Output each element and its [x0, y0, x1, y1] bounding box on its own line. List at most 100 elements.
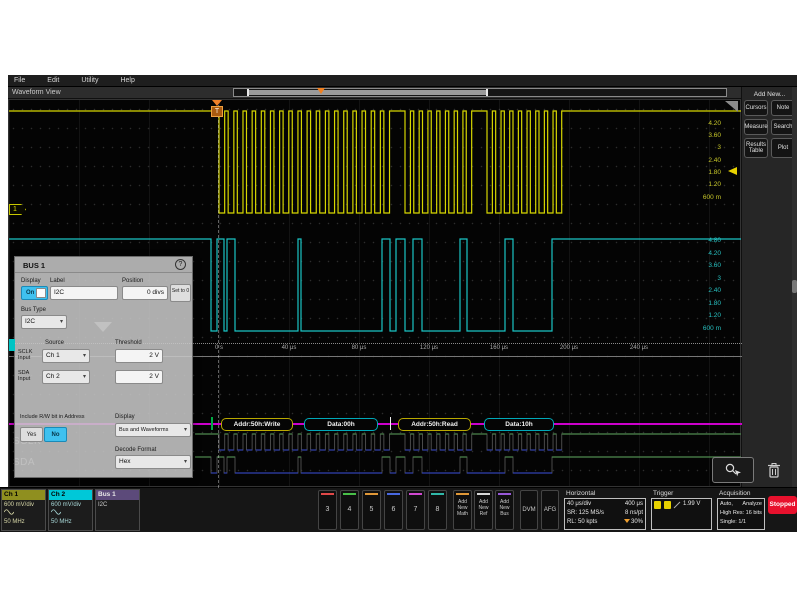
ch2-scale: 600 mV/div [51, 501, 90, 509]
ch1-scale-value: 600 m [681, 194, 721, 201]
horizontal-pan-handle[interactable] [247, 90, 488, 95]
waveform-view-titlebar: Waveform View [8, 87, 741, 99]
ch8-button[interactable]: 8 [428, 490, 447, 530]
ch2-scale-value: 600 m [681, 325, 721, 332]
measure-button[interactable]: Measure [744, 119, 768, 135]
cursors-button[interactable]: Cursors [744, 100, 768, 116]
menu-help[interactable]: Help [120, 77, 134, 84]
ch3-color-stripe [321, 493, 334, 495]
sidebar-scrollbar-track[interactable] [792, 87, 797, 487]
ch7-button[interactable]: 7 [406, 490, 425, 530]
acq-mode: Auto, [720, 500, 733, 509]
waveform-plot[interactable]: T 1 4.20 3.60 3 2.40 1.80 1.20 600 m 4.8… [8, 99, 741, 487]
time-axis-tick: 40 μs [269, 345, 309, 351]
ch1-badge[interactable]: Ch 1 600 mV/div 50 MHz [1, 489, 46, 531]
menu-edit[interactable]: Edit [47, 77, 59, 84]
ch2-scale-value: 1.20 [681, 312, 721, 319]
plot-tools [712, 455, 796, 485]
pan-handle-left-bracket[interactable] [247, 89, 249, 96]
time-axis-tick: 80 μs [339, 345, 379, 351]
trigger-marker[interactable]: T [211, 100, 223, 117]
display-label: Display [21, 278, 41, 284]
sda-source-dropdown[interactable]: Ch 2 ▾ [42, 370, 90, 384]
bus-color-stripe [498, 493, 511, 495]
ref-color-stripe [477, 493, 490, 495]
dialog-header[interactable]: BUS 1 ? [15, 257, 192, 273]
bottom-status-bar: Ch 1 600 mV/div 50 MHz Ch 2 600 mV/div 5… [0, 487, 797, 532]
add-new-math-button[interactable]: Add New Math [453, 490, 472, 530]
ch8-color-stripe [431, 493, 444, 495]
sclk-threshold-input[interactable]: 2 V [115, 349, 163, 363]
bus-decode-address: Addr:50h:Read [398, 418, 471, 431]
decode-format-value: Hex [119, 456, 131, 468]
ch2-badge-header: Ch 2 [49, 490, 92, 500]
set-to-zero-button[interactable]: Set to 0 [170, 284, 191, 302]
ch5-label: 5 [363, 506, 380, 513]
ch2-reference-marker[interactable] [9, 339, 15, 351]
bus-decode-address: Addr:50h:Write [221, 418, 293, 431]
chevron-down-icon: ▾ [184, 456, 187, 468]
ch1-scale-value: 2.40 [681, 157, 721, 164]
results-table-button[interactable]: Results Table [744, 138, 768, 158]
ch1-scale-value: 3 [681, 144, 721, 151]
horizontal-panel[interactable]: Horizontal 40 μs/div 400 μs SR: 125 MS/s… [563, 488, 648, 532]
trigger-position-icon [624, 519, 630, 523]
rw-no-button[interactable]: No [44, 427, 67, 442]
ch2-scale-value: 4.80 [681, 237, 721, 244]
ch1-scale-value: 1.20 [681, 181, 721, 188]
stopped-button[interactable]: Stopped [768, 496, 797, 514]
horizontal-window: 400 μs [625, 500, 643, 509]
rw-yes-button[interactable]: Yes [20, 427, 43, 442]
coupling-icon [51, 509, 61, 515]
add-ref-label: Add New Ref [478, 499, 488, 517]
waveform-view-title: Waveform View [12, 89, 61, 96]
acquisition-panel[interactable]: Acquisition Auto, Analyze High Res: 16 b… [716, 488, 766, 532]
ch2-badge[interactable]: Ch 2 600 mV/div 50 MHz [48, 489, 93, 531]
ch1-scale-value: 4.20 [681, 120, 721, 127]
dvm-button[interactable]: DVM [520, 490, 538, 530]
menu-utility[interactable]: Utility [81, 77, 98, 84]
sidebar-scrollbar-handle[interactable] [792, 280, 797, 293]
ch5-button[interactable]: 5 [362, 490, 381, 530]
zoom-tool-button[interactable] [712, 457, 754, 483]
ch1-scale-value: 3.60 [681, 132, 721, 139]
menu-file[interactable]: File [14, 77, 25, 84]
display-on-toggle[interactable]: On [21, 286, 48, 300]
add-new-bus-button[interactable]: Add New Bus [495, 490, 514, 530]
trigger-position-percent: 30% [631, 519, 643, 525]
horizontal-pan-track[interactable] [233, 88, 727, 97]
ch2-bandwidth: 50 MHz [51, 518, 90, 526]
acquisition-title: Acquisition [719, 490, 750, 497]
ch6-button[interactable]: 6 [384, 490, 403, 530]
help-icon[interactable]: ? [175, 259, 186, 270]
bus-type-dropdown[interactable]: I2C ▾ [21, 315, 67, 329]
ch3-button[interactable]: 3 [318, 490, 337, 530]
bus1-badge[interactable]: Bus 1 I2C [95, 489, 140, 531]
afg-button[interactable]: AFG [541, 490, 559, 530]
trigger-position-marker-icon [317, 88, 325, 94]
trigger-source-icon [664, 501, 671, 509]
sclk-source-dropdown[interactable]: Ch 1 ▾ [42, 349, 90, 363]
toggle-on-label: On [26, 290, 34, 296]
decode-format-dropdown[interactable]: Hex ▾ [115, 455, 191, 469]
sda-threshold-input[interactable]: 2 V [115, 370, 163, 384]
sample-rate: SR: 125 MS/s [567, 509, 604, 518]
toggle-knob[interactable] [36, 288, 46, 298]
ch2-scale-value: 2.40 [681, 287, 721, 294]
bus-label-input[interactable]: I2C [50, 286, 118, 300]
chevron-down-icon: ▾ [184, 424, 187, 436]
position-input[interactable]: 0 divs [122, 286, 168, 300]
ch4-button[interactable]: 4 [340, 490, 359, 530]
add-new-ref-button[interactable]: Add New Ref [474, 490, 493, 530]
trash-button[interactable] [762, 458, 786, 482]
pan-handle-right-bracket[interactable] [486, 89, 488, 96]
trigger-level-arrow-icon[interactable] [728, 167, 737, 175]
trigger-panel[interactable]: Trigger 1.99 V [650, 488, 714, 532]
plot-corner-handle-icon[interactable] [725, 101, 738, 112]
ch1-bandwidth: 50 MHz [4, 518, 43, 526]
display-mode-dropdown[interactable]: Bus and Waveforms ▾ [115, 423, 191, 437]
threshold-column-label: Threshold [115, 340, 142, 346]
sclk-input-label: SCLK Input [18, 349, 40, 361]
bus-start-condition-tick [211, 417, 213, 430]
ch4-label: 4 [341, 506, 358, 513]
